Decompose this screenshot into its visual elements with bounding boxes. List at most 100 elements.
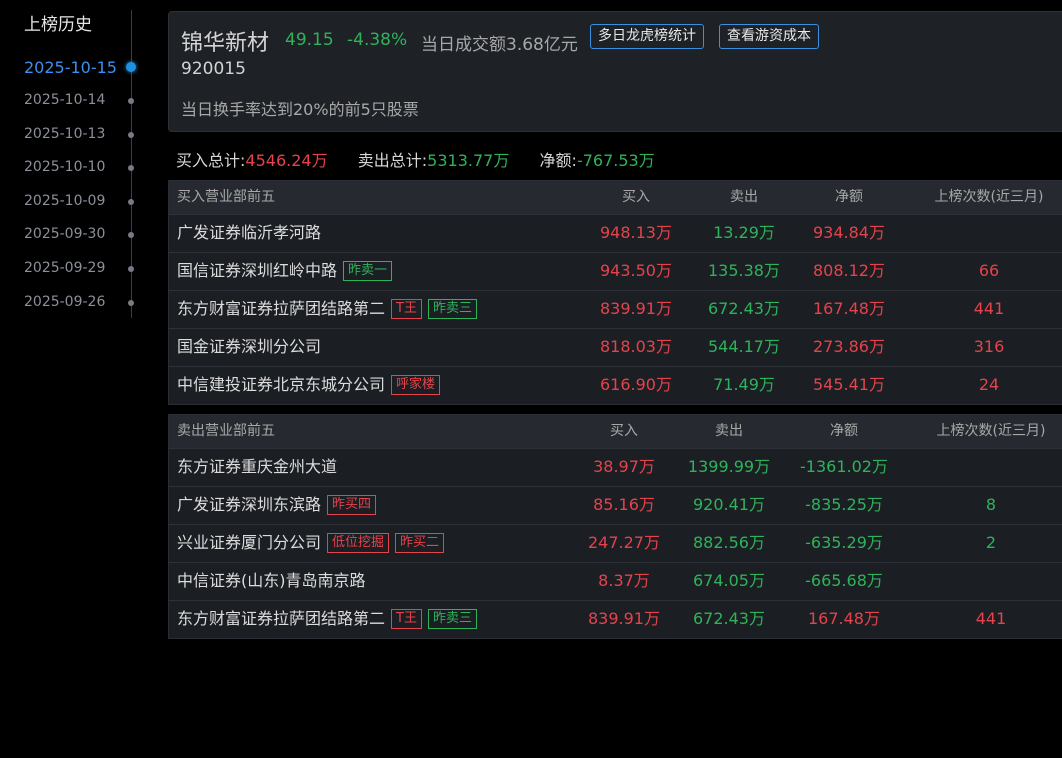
stock-code: 920015	[181, 59, 246, 79]
table-row[interactable]: 中信建投证券北京东城分公司 呼家楼 616.90万 71.49万 545.41万 24	[169, 366, 1062, 404]
timeline-dot	[128, 132, 134, 138]
net-total-label: 净额:	[539, 151, 577, 170]
turnover-text: 当日成交额3.68亿元	[421, 35, 578, 55]
table-row[interactable]: 中信证券(山东)青岛南京路 8.37万 674.05万 -665.68万	[169, 562, 1062, 600]
column-header: 净额	[835, 189, 863, 205]
branch-tag[interactable]: 昨买二	[395, 532, 445, 553]
table-row[interactable]: 广发证券临沂孝河路 948.13万 13.29万 934.84万	[169, 214, 1062, 252]
branch-tag[interactable]: 昨卖三	[427, 608, 477, 629]
table-row[interactable]: 国信证券深圳红岭中路 昨卖一 943.50万 135.38万 808.12万 66	[169, 252, 1062, 290]
column-header: 买入营业部前五	[177, 189, 275, 205]
branch-tag[interactable]: 呼家楼	[391, 374, 441, 395]
count-cell: 441	[973, 299, 1005, 318]
count-cell: 316	[973, 337, 1005, 356]
sell-branches-table: 卖出营业部前五 买入 卖出 净额 上榜次数(近三月) 东方证券重庆金州大道 38.97万 13…	[168, 414, 1062, 639]
history-date-item[interactable]: 2025-10-15	[24, 58, 134, 77]
history-date-item[interactable]: 2025-10-13	[24, 126, 134, 142]
branch-tag[interactable]: 昨卖三	[427, 298, 477, 319]
listing-reason: 当日换手率达到20%的前5只股票	[181, 100, 419, 119]
branch-name: 广发证券深圳东滨路	[177, 495, 322, 514]
multi-day-stats-button[interactable]: 多日龙虎榜统计	[590, 24, 704, 49]
net-cell: 545.41万	[813, 375, 885, 394]
sell-total-value: 5313.77万	[427, 151, 510, 170]
stock-name: 锦华新材	[181, 31, 270, 56]
net-cell: 167.48万	[813, 299, 885, 318]
history-date-item[interactable]: 2025-10-14	[24, 92, 134, 108]
branch-name-cell: 广发证券深圳东滨路 昨买四	[177, 487, 377, 523]
table-row[interactable]: 东方证券重庆金州大道 38.97万 1399.99万 -1361.02万	[169, 448, 1062, 486]
branch-name: 东方证券重庆金州大道	[177, 457, 338, 476]
branch-name-cell: 广发证券临沂孝河路	[177, 215, 321, 251]
stock-price: 49.15	[285, 30, 334, 50]
branch-name: 兴业证券厦门分公司	[177, 533, 322, 552]
net-cell: 273.86万	[813, 337, 885, 356]
stock-change-pct: -4.38%	[347, 30, 408, 50]
column-header: 上榜次数(近三月)	[936, 423, 1046, 439]
branch-name-cell: 东方财富证券拉萨团结路第二 T王 昨卖三	[177, 601, 477, 637]
branch-tag[interactable]: 低位挖掘	[327, 532, 390, 553]
branch-name: 国金证券深圳分公司	[177, 337, 322, 356]
branch-tag[interactable]: T王	[391, 298, 422, 319]
branch-tag[interactable]: 昨卖一	[343, 260, 393, 281]
column-header: 卖出营业部前五	[177, 423, 275, 439]
timeline-dot	[126, 62, 136, 72]
branch-tag[interactable]: 昨买四	[327, 494, 377, 515]
net-cell: -635.29万	[805, 533, 883, 552]
count-cell: 8	[985, 495, 997, 514]
view-cost-button[interactable]: 查看游资成本	[719, 24, 819, 49]
table-header: 买入营业部前五 买入 卖出 净额 上榜次数(近三月)	[169, 181, 1062, 214]
history-date-item[interactable]: 2025-09-26	[24, 294, 134, 310]
history-title: 上榜历史	[24, 15, 92, 35]
history-date-item[interactable]: 2025-10-09	[24, 193, 134, 209]
table-row[interactable]: 广发证券深圳东滨路 昨买四 85.16万 920.41万 -835.25万 8	[169, 486, 1062, 524]
net-cell: 167.48万	[808, 609, 880, 628]
column-header: 上榜次数(近三月)	[934, 189, 1044, 205]
timeline-dot	[128, 300, 134, 306]
timeline-dot	[128, 266, 134, 272]
count-cell: 441	[975, 609, 1007, 628]
buy-total-label: 买入总计:	[176, 151, 246, 170]
net-cell: -1361.02万	[800, 457, 888, 476]
history-sidebar: 上榜历史 2025-10-15 2025-10-14 2025-10-13 2025-…	[0, 0, 150, 330]
branch-name-cell: 中信证券(山东)青岛南京路	[177, 563, 366, 599]
totals-summary: 买入总计:4546.24万 卖出总计:5313.77万 净额:-767.53万	[176, 147, 655, 171]
count-cell: 2	[985, 533, 997, 552]
branch-name-cell: 中信建投证券北京东城分公司 呼家楼	[177, 367, 441, 403]
net-cell: -835.25万	[805, 495, 883, 514]
table-row[interactable]: 兴业证券厦门分公司 低位挖掘 昨买二 247.27万 882.56万 -635.29万 2	[169, 524, 1062, 562]
net-total-value: -767.53万	[576, 151, 655, 170]
buy-branches-table: 买入营业部前五 买入 卖出 净额 上榜次数(近三月) 广发证券临沂孝河路 948.13万 13…	[168, 180, 1062, 405]
history-date-item[interactable]: 2025-09-29	[24, 260, 134, 276]
branch-name: 国信证券深圳红岭中路	[177, 261, 338, 280]
stock-header-card: 锦华新材 49.15 -4.38% 当日成交额3.68亿元 多日龙虎榜统计 查看…	[168, 11, 1062, 132]
table-row[interactable]: 国金证券深圳分公司 818.03万 544.17万 273.86万 316	[169, 328, 1062, 366]
table-header: 卖出营业部前五 买入 卖出 净额 上榜次数(近三月)	[169, 415, 1062, 448]
net-cell: -665.68万	[805, 571, 883, 590]
timeline-dot	[128, 232, 134, 238]
branch-name: 东方财富证券拉萨团结路第二	[177, 609, 386, 628]
branch-name-cell: 国金证券深圳分公司	[177, 329, 321, 365]
timeline-dot	[128, 98, 134, 104]
buy-total-value: 4546.24万	[245, 151, 328, 170]
history-date-item[interactable]: 2025-09-30	[24, 226, 134, 242]
table-row[interactable]: 东方财富证券拉萨团结路第二 T王 昨卖三 839.91万 672.43万 167.48万 4…	[169, 600, 1062, 638]
table-row[interactable]: 东方财富证券拉萨团结路第二 T王 昨卖三 839.91万 672.43万 167.48万 4…	[169, 290, 1062, 328]
count-cell: 66	[978, 261, 1000, 280]
sell-total-label: 卖出总计:	[357, 151, 428, 170]
branch-name-cell: 兴业证券厦门分公司 低位挖掘 昨买二	[177, 525, 445, 561]
count-cell: 24	[978, 375, 1000, 394]
branch-name: 广发证券临沂孝河路	[177, 223, 322, 242]
net-cell: 934.84万	[813, 223, 885, 242]
timeline-dot	[128, 199, 134, 205]
branch-name-cell: 国信证券深圳红岭中路 昨卖一	[177, 253, 393, 289]
branch-name: 东方财富证券拉萨团结路第二	[177, 299, 386, 318]
history-date-item[interactable]: 2025-10-10	[24, 159, 134, 175]
branch-name-cell: 东方财富证券拉萨团结路第二 T王 昨卖三	[177, 291, 477, 327]
branch-tag[interactable]: T王	[391, 608, 422, 629]
timeline-dot	[128, 165, 134, 171]
branch-name: 中信建投证券北京东城分公司	[177, 375, 386, 394]
branch-name-cell: 东方证券重庆金州大道	[177, 449, 337, 485]
column-header: 净额	[830, 423, 858, 439]
net-cell: 808.12万	[813, 261, 885, 280]
branch-name: 中信证券(山东)青岛南京路	[177, 571, 366, 590]
